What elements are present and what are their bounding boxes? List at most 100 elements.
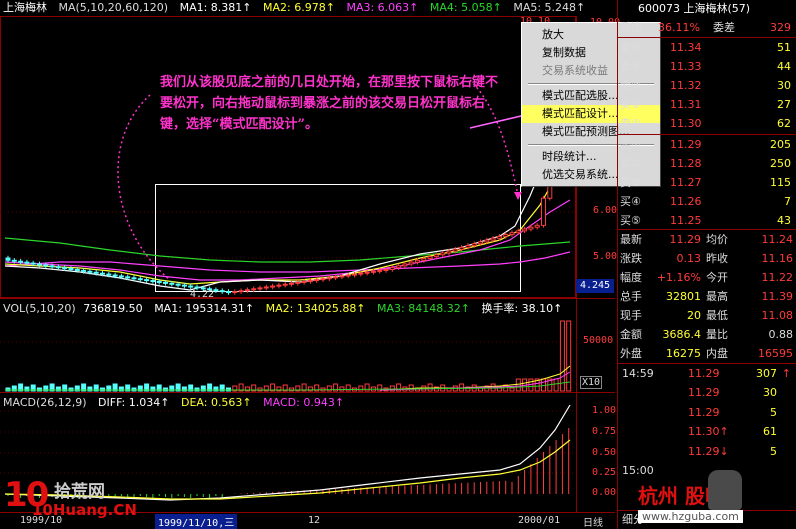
candle-body — [68, 268, 74, 271]
stat-label: 最低 — [706, 309, 728, 322]
candle-body — [421, 257, 427, 261]
sell-vol: 51 — [777, 41, 791, 54]
stat-label: 今开 — [706, 271, 728, 284]
volume-bar — [358, 385, 364, 392]
wm-right-url: www.hzguba.com — [638, 510, 743, 523]
candle-body — [541, 197, 546, 226]
buy-label: 买① — [620, 138, 641, 151]
volume-bar — [509, 387, 515, 392]
stat-label: 总手 — [620, 290, 642, 303]
annotation-text: 我们从该股见底之前的几日处开始，在那里按下鼠标右键不要松开，向右拖动鼠标到暴涨之… — [160, 75, 499, 132]
tick-dir: ↑ — [781, 367, 791, 380]
watermark-right: 杭州 股吧 www.hzguba.com — [638, 468, 796, 528]
date-right: 2000/01 — [518, 515, 561, 526]
weicha-label: 委差 — [713, 21, 735, 34]
candle-body — [125, 276, 131, 279]
axis-macd-000: 0.00 — [592, 487, 617, 498]
ma2-line — [4, 149, 571, 285]
buy-price: 11.26 — [670, 195, 702, 208]
candle-body — [415, 259, 420, 263]
vol-ma1: MA1: 195314.31↑ — [154, 302, 255, 315]
stat-value: 16275 — [666, 347, 701, 360]
vol-ma3: MA3: 84148.32↑ — [377, 302, 470, 315]
tick-row: 11.29↓ 5 — [618, 442, 796, 461]
macd-value: MACD: 0.943↑ — [263, 396, 345, 409]
candle-body — [276, 284, 282, 287]
tick-price: 11.29 — [688, 367, 720, 380]
candle-body — [402, 263, 408, 267]
stock-name: 上海梅林 — [3, 1, 47, 14]
volume-bar — [566, 320, 572, 392]
sell-vol: 30 — [777, 79, 791, 92]
vol-ma2: MA2: 134025.88↑ — [265, 302, 366, 315]
tick-time: 14:59 — [622, 367, 654, 380]
candle-body — [465, 245, 471, 248]
stat-value: +1.16% — [656, 271, 701, 284]
tick-row: 11.30↑ 61 — [618, 422, 796, 441]
ma3-value: MA3: 6.063↑ — [346, 1, 419, 14]
date-selected: 1999/11/10,三 — [155, 514, 238, 529]
vol-value: 736819.50 — [83, 302, 143, 315]
sell-vol: 44 — [777, 60, 791, 73]
stat-row: 金额 3686.4 量比 0.88 — [618, 325, 796, 344]
volume-bar — [345, 384, 351, 392]
weibi-row: 委比 36.11% 委差 329 — [618, 18, 796, 37]
buy-label: 买② — [620, 157, 641, 170]
candle-body — [326, 277, 332, 280]
candle-body — [150, 280, 156, 283]
candle-body — [339, 275, 345, 278]
candle-body — [194, 286, 200, 289]
candle-body — [11, 259, 17, 262]
candle-body — [503, 234, 509, 237]
candle-body — [87, 270, 93, 273]
candle-body — [156, 280, 162, 283]
axis-vol-50000: 50000 — [583, 335, 614, 346]
buy-price: 11.25 — [670, 214, 702, 227]
candle-body — [452, 248, 458, 252]
candle-body — [427, 256, 433, 259]
stat-value: 20 — [687, 309, 701, 322]
candle-body — [333, 276, 339, 279]
candle-body — [106, 273, 112, 276]
candle-body — [345, 274, 351, 277]
stat-value: 11.22 — [761, 271, 794, 284]
period-label[interactable]: 日线 — [583, 514, 603, 529]
sell-row: 卖② 11.31 27 — [618, 95, 796, 114]
candle-body — [137, 278, 143, 281]
candle-body — [433, 254, 439, 258]
candle-body — [188, 285, 194, 288]
stat-label: 涨跌 — [620, 252, 642, 265]
tick-price: 11.30↑ — [688, 425, 729, 439]
volume-bar — [339, 386, 345, 392]
candle-body — [244, 289, 250, 292]
candle-body — [471, 243, 477, 247]
sell-vol: 62 — [777, 117, 791, 130]
volume-bar — [553, 378, 559, 392]
buy-vol: 43 — [777, 214, 791, 227]
buy-vol: 115 — [770, 176, 791, 189]
candle-body — [383, 269, 389, 271]
sell-row: 卖⑤ 11.34 51 — [618, 38, 796, 57]
stat-row: 现手 20 最低 11.08 — [618, 306, 796, 325]
ma4-value: MA4: 5.058↑ — [429, 1, 502, 14]
candle-body — [307, 280, 313, 283]
candle-body — [181, 284, 187, 287]
stat-label: 外盘 — [620, 347, 642, 360]
candle-body — [515, 230, 521, 234]
sell-price: 11.30 — [670, 117, 702, 130]
buy-row: 买③ 11.27 115 — [618, 173, 796, 192]
candle-body — [370, 270, 376, 273]
candle-body — [118, 275, 124, 278]
watermark-left: 10 拾荒网 10Huang.CN — [2, 475, 142, 525]
volume-bar — [389, 385, 395, 392]
candle-body — [232, 291, 238, 294]
candle-body — [81, 269, 87, 272]
tick-price: 11.29↓ — [688, 444, 729, 458]
vol-turnover: 换手率: 38.10↑ — [481, 302, 563, 315]
tick-vol: 30 — [763, 386, 777, 400]
candle-body — [144, 279, 150, 282]
candle-body — [440, 252, 446, 256]
axis-price-6: 6.00 — [593, 205, 618, 216]
candle-body — [490, 237, 496, 241]
weicha-value: 329 — [770, 21, 791, 34]
